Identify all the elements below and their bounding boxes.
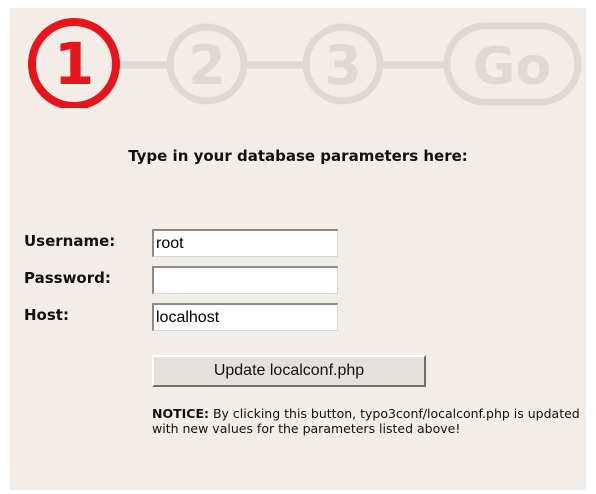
password-field[interactable] — [152, 266, 338, 294]
username-label: Username: — [24, 232, 116, 250]
password-label: Password: — [24, 269, 111, 287]
notice-prefix: NOTICE: — [152, 406, 209, 421]
step-2-number: 2 — [188, 34, 226, 97]
step-1-number: 1 — [54, 30, 94, 98]
step-go-label: Go — [473, 37, 551, 97]
step-3-indicator: 3 — [302, 23, 384, 105]
notice-text: NOTICE: By clicking this button, typo3co… — [152, 406, 592, 436]
update-localconf-button[interactable]: Update localconf.php — [152, 355, 426, 387]
step-1-indicator: 1 — [28, 18, 120, 108]
step-3-number: 3 — [324, 34, 362, 97]
form-heading: Type in your database parameters here: — [128, 147, 468, 165]
host-field[interactable] — [152, 303, 338, 331]
step-progress: 1 2 3 Go — [28, 18, 582, 108]
host-label: Host: — [24, 306, 69, 324]
install-panel: 1 2 3 Go Type in your database parameter… — [10, 8, 586, 490]
notice-body: By clicking this button, typo3conf/local… — [152, 406, 580, 436]
step-2-indicator: 2 — [166, 23, 248, 105]
username-field[interactable] — [152, 229, 338, 257]
step-go-indicator: Go — [443, 22, 582, 106]
